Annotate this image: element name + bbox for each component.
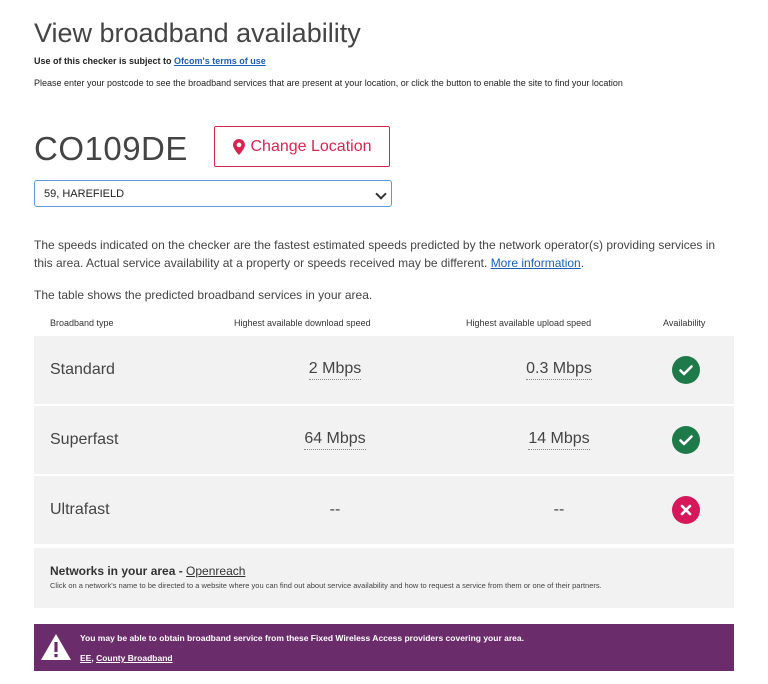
table-row: Superfast 64 Mbps 14 Mbps (34, 406, 734, 474)
fwa-banner: You may be able to obtain broadband serv… (34, 624, 734, 671)
more-information-link[interactable]: More information (491, 256, 581, 270)
chevron-down-icon (375, 188, 387, 200)
upload-speed-cell: 0.3 Mbps (484, 336, 634, 404)
terms-notice: Use of this checker is subject to Ofcom'… (34, 56, 266, 66)
networks-panel: Networks in your area - Openreach Click … (34, 548, 734, 608)
map-pin-icon (232, 138, 245, 155)
upload-speed-value: 0.3 Mbps (526, 360, 592, 380)
disclaimer-text: The speeds indicated on the checker are … (34, 238, 716, 270)
networks-label: Networks in your area - (50, 564, 187, 578)
change-location-label: Change Location (250, 137, 372, 155)
table-row: Ultrafast -- -- (34, 476, 734, 544)
openreach-link[interactable]: Openreach (186, 564, 245, 578)
download-speed-value: 2 Mbps (308, 360, 362, 380)
disclaimer-suffix: . (580, 256, 585, 270)
networks-description: Click on a network's name to be directed… (50, 581, 602, 590)
page-title: View broadband availability (34, 18, 361, 48)
fwa-providers: EE, County Broadband (80, 653, 173, 663)
upload-speed-cell: -- (484, 476, 634, 544)
download-speed-cell: 64 Mbps (260, 406, 410, 474)
upload-speed-value: 14 Mbps (528, 430, 590, 450)
header-upload-speed: Highest available upload speed (466, 318, 592, 328)
ee-link[interactable]: EE (80, 653, 91, 663)
terms-link[interactable]: Ofcom's terms of use (174, 56, 266, 66)
download-speed-value: 64 Mbps (304, 430, 366, 450)
cross-icon (672, 496, 700, 524)
upload-speed-value: -- (553, 500, 565, 518)
download-speed-value: -- (329, 500, 341, 518)
header-download-speed: Highest available download speed (234, 318, 371, 328)
table-intro: The table shows the predicted broadband … (34, 288, 373, 302)
postcode-display: CO109DE (34, 130, 188, 167)
change-location-button[interactable]: Change Location (214, 126, 390, 167)
upload-speed-cell: 14 Mbps (484, 406, 634, 474)
warning-icon (41, 634, 71, 660)
header-availability: Availability (663, 318, 706, 328)
broadband-type-cell: Standard (50, 361, 115, 378)
check-icon (672, 356, 700, 384)
broadband-type-cell: Ultrafast (50, 501, 110, 518)
speed-disclaimer: The speeds indicated on the checker are … (34, 236, 734, 272)
fwa-message: You may be able to obtain broadband serv… (80, 633, 524, 643)
check-icon (672, 426, 700, 454)
download-speed-cell: 2 Mbps (260, 336, 410, 404)
intro-text: Please enter your postcode to see the br… (34, 78, 623, 88)
header-broadband-type: Broadband type (50, 318, 114, 328)
address-select[interactable]: 59, HAREFIELD (34, 180, 392, 207)
address-selected-value: 59, HAREFIELD (44, 187, 125, 200)
download-speed-cell: -- (260, 476, 410, 544)
networks-title: Networks in your area - Openreach (50, 564, 245, 578)
terms-prefix: Use of this checker is subject to (34, 56, 175, 66)
county-broadband-link[interactable]: County Broadband (96, 653, 173, 663)
broadband-type-cell: Superfast (50, 431, 119, 448)
table-row: Standard 2 Mbps 0.3 Mbps (34, 336, 734, 404)
